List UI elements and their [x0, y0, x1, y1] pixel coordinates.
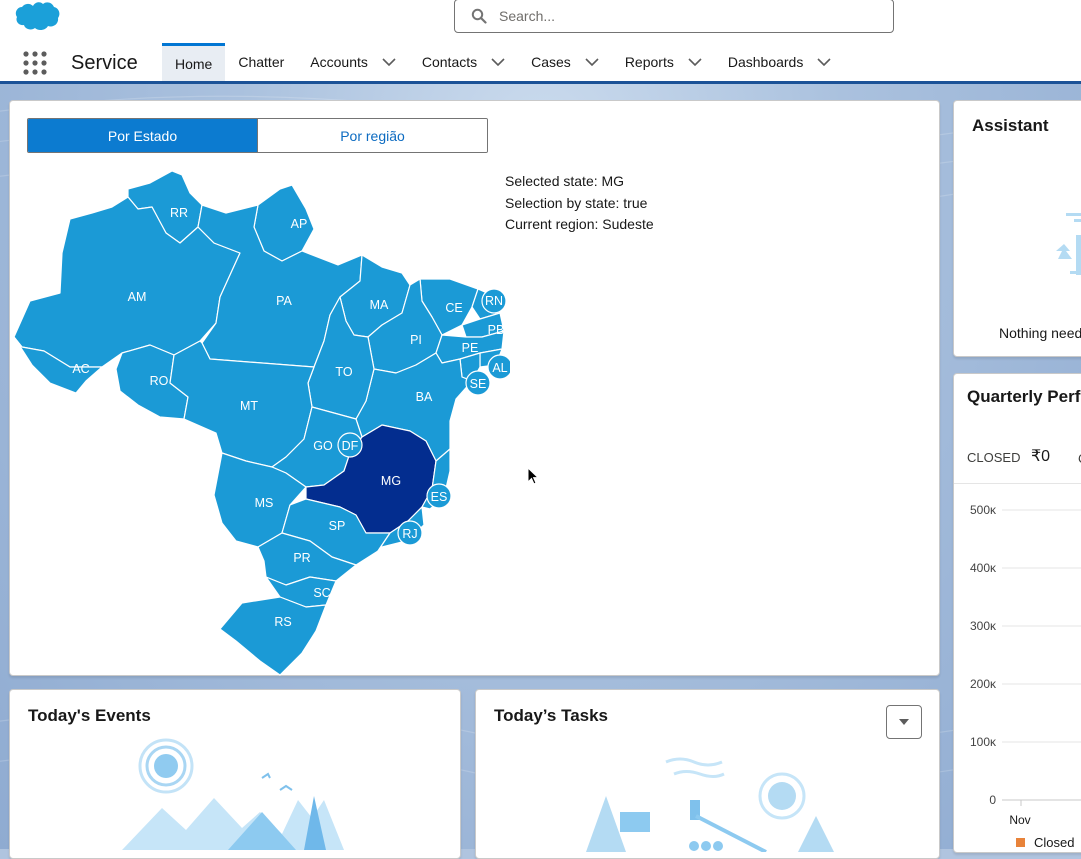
state-label: GO — [313, 439, 333, 453]
view-toggle: Por Estado Por região — [27, 118, 488, 153]
nav-item-reports[interactable]: Reports — [612, 43, 715, 81]
global-header: Service Home Chatter Accounts Contacts C… — [0, 0, 1081, 84]
state-label: BA — [416, 390, 433, 404]
y-tick-label: 200κ — [970, 677, 997, 691]
state-label: DF — [342, 439, 359, 453]
quarterly-chart: 500κ 400κ 300κ 200κ 100κ 0 Nov Closed — [970, 503, 1081, 850]
tasks-filter-dropdown[interactable] — [886, 705, 922, 739]
state-label: AP — [291, 217, 308, 231]
todays-tasks-card: Today’s Tasks — [475, 689, 940, 859]
state-rs[interactable] — [219, 596, 327, 676]
nav-item-chatter[interactable]: Chatter — [225, 43, 297, 81]
tab-label: Por Estado — [107, 127, 178, 144]
state-label: ES — [431, 490, 448, 504]
chevron-down-icon[interactable] — [688, 58, 702, 66]
mouse-cursor-icon — [527, 467, 540, 485]
nav-item-accounts[interactable]: Accounts — [297, 43, 409, 81]
selected-state-text: Selected state: MG — [505, 173, 625, 189]
todays-events-card: Today's Events — [9, 689, 461, 859]
search-input[interactable] — [497, 4, 877, 28]
state-label: PB — [488, 323, 505, 337]
global-search[interactable] — [454, 0, 894, 33]
tab-por-regiao[interactable]: Por região — [257, 119, 487, 152]
nav-item-dashboards[interactable]: Dashboards — [715, 43, 845, 81]
nav-bar: Home Chatter Accounts Contacts Cases Rep… — [162, 43, 844, 81]
chevron-down-icon[interactable] — [491, 58, 505, 66]
state-label: RS — [274, 615, 291, 629]
brazil-map: RR AP AM PA MA CE RN PB PE AL SE PI AC R… — [13, 171, 510, 676]
app-name: Service — [71, 52, 138, 74]
state-label: MA — [370, 298, 389, 312]
state-label: SE — [470, 377, 487, 391]
nav-item-label: Dashboards — [727, 54, 804, 70]
nav-item-label: Reports — [624, 54, 674, 70]
state-label: MT — [240, 399, 258, 413]
state-label: PE — [462, 341, 479, 355]
assistant-message: Nothing need — [999, 325, 1081, 341]
app-launcher-icon[interactable] — [23, 51, 47, 75]
x-tick-label: Nov — [1009, 813, 1030, 827]
closed-label: CLOSED — [967, 450, 1021, 465]
state-label: AC — [72, 362, 89, 376]
y-tick-label: 0 — [989, 793, 996, 807]
y-tick-label: 400κ — [970, 561, 997, 575]
tasks-title: Today’s Tasks — [494, 706, 609, 725]
selection-info: Selected state: MG Selection by state: t… — [505, 171, 654, 236]
state-label: PA — [276, 294, 292, 308]
tab-por-estado[interactable]: Por Estado — [28, 119, 257, 152]
state-label: SC — [313, 586, 330, 600]
state-label: PI — [410, 333, 422, 347]
state-label: RN — [485, 294, 503, 308]
quarterly-performance-card: Quarterly Perf CLOSED ₹0 C 500κ400κ300κ2… — [953, 373, 1081, 853]
y-tick-label: 100κ — [970, 735, 997, 749]
nav-item-home[interactable]: Home — [162, 43, 226, 81]
state-label: RR — [170, 206, 188, 220]
tasks-illustration — [586, 757, 834, 852]
chevron-down-icon[interactable] — [585, 58, 599, 66]
quarterly-title: Quarterly Perf — [967, 387, 1081, 406]
state-label: SP — [329, 519, 346, 533]
assistant-title: Assistant — [972, 116, 1049, 135]
assistant-illustration — [1056, 213, 1081, 275]
state-label: RO — [150, 374, 169, 388]
closed-amount: ₹0 — [1031, 448, 1051, 465]
state-label: RJ — [402, 527, 417, 541]
state-label: TO — [335, 365, 352, 379]
tab-label: Por região — [340, 127, 405, 144]
nav-item-label: Cases — [531, 54, 571, 70]
current-region-text: Current region: Sudeste — [505, 216, 654, 232]
nav-item-label: Home — [175, 55, 213, 72]
events-illustration — [122, 738, 344, 850]
legend-swatch — [1016, 838, 1025, 847]
state-label: AM — [128, 290, 147, 304]
nav-item-contacts[interactable]: Contacts — [409, 43, 518, 81]
assistant-card: Assistant Nothing need — [953, 100, 1081, 357]
search-icon — [471, 8, 487, 24]
chevron-down-icon[interactable] — [382, 58, 396, 66]
state-label: CE — [445, 301, 462, 315]
selection-by-state-text: Selection by state: true — [505, 194, 648, 211]
nav-item-label: Contacts — [421, 54, 478, 70]
caret-down-icon — [899, 719, 909, 725]
y-tick-label: 500κ — [970, 503, 997, 517]
salesforce-logo[interactable] — [14, 0, 60, 32]
nav-item-label: Chatter — [238, 54, 285, 70]
legend-label[interactable]: Closed — [1034, 835, 1074, 850]
nav-item-label: Accounts — [310, 54, 368, 70]
state-label: PR — [293, 551, 310, 565]
chevron-down-icon[interactable] — [817, 58, 831, 66]
y-tick-label: 300κ — [970, 619, 997, 633]
nav-item-cases[interactable]: Cases — [518, 43, 612, 81]
header-accent-bar — [0, 81, 1081, 84]
events-title: Today's Events — [28, 706, 151, 725]
state-label: MG — [381, 474, 401, 488]
state-label: AL — [492, 361, 507, 375]
brazil-map-card: Por Estado Por região Selected state: MG… — [9, 100, 940, 676]
state-label: MS — [255, 496, 274, 510]
